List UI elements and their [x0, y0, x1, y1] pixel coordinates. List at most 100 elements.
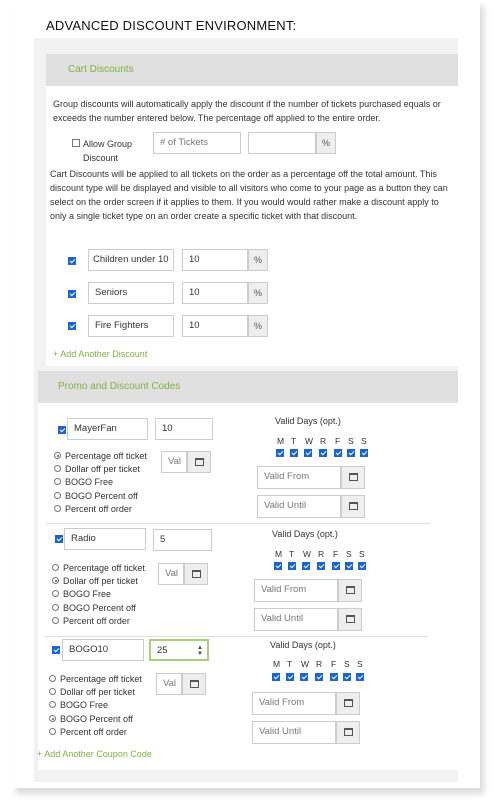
day-checkbox[interactable]	[290, 449, 298, 457]
cart-discount-percent-input[interactable]: 10	[182, 282, 248, 304]
promo-amount-input[interactable]: 5	[153, 529, 212, 551]
day-checkbox[interactable]	[315, 673, 323, 681]
valid-until-input[interactable]: Valid Until	[254, 608, 338, 631]
day-checkbox[interactable]	[300, 673, 308, 681]
promo-code-checkbox[interactable]	[58, 426, 66, 434]
cart-discounts-header: Cart Discounts	[46, 54, 458, 86]
day-label: S	[348, 436, 354, 446]
promo-codes-header: Promo and Discount Codes	[38, 371, 458, 403]
discount-type-radio[interactable]	[52, 617, 59, 624]
day-checkbox[interactable]	[347, 449, 355, 457]
discount-type-radio[interactable]	[54, 492, 61, 499]
cart-discount-name-input[interactable]: Children under 10	[88, 249, 174, 271]
day-checkbox[interactable]	[343, 673, 351, 681]
valid-from-input[interactable]: Valid From	[252, 692, 336, 715]
promo-code-checkbox[interactable]	[55, 535, 63, 543]
calendar-button[interactable]	[184, 563, 208, 585]
day-label: F	[333, 549, 339, 559]
day-label: R	[320, 436, 327, 446]
discount-type-label: Percent off order	[63, 616, 130, 626]
group-percent-input[interactable]	[248, 132, 316, 154]
valid-from-input[interactable]: Valid From	[257, 466, 341, 489]
day-checkbox[interactable]	[302, 562, 310, 570]
day-checkbox[interactable]	[332, 562, 340, 570]
discount-type-radio[interactable]	[54, 505, 61, 512]
add-discount-link[interactable]: + Add Another Discount	[53, 349, 147, 359]
discount-type-label: Dollar off per ticket	[65, 464, 140, 474]
discount-type-radio[interactable]	[52, 604, 59, 611]
discount-type-label: Dollar off per ticket	[60, 687, 135, 697]
day-checkbox[interactable]	[319, 449, 327, 457]
cart-discount-name-input[interactable]: Seniors	[88, 282, 174, 304]
valid-from-calendar-button[interactable]	[336, 692, 360, 715]
discount-type-radio[interactable]	[54, 465, 61, 472]
calendar-button[interactable]	[187, 451, 211, 473]
number-spinner-icon[interactable]: ▲ ▼	[197, 645, 203, 657]
promo-code-input[interactable]: Radio	[64, 528, 146, 550]
promo-code-input[interactable]: MayerFan	[67, 418, 148, 440]
discount-type-radio[interactable]	[49, 728, 56, 735]
discount-type-radio[interactable]	[52, 590, 59, 597]
cart-discount-percent-input[interactable]: 10	[182, 249, 248, 271]
discount-type-radio[interactable]	[49, 715, 56, 722]
valid-from-calendar-button[interactable]	[341, 466, 365, 489]
day-checkbox[interactable]	[274, 562, 282, 570]
day-label: M	[273, 659, 281, 669]
day-checkbox[interactable]	[358, 562, 366, 570]
code-separator	[44, 636, 428, 637]
promo-amount-input[interactable]: 25 ▲ ▼	[149, 639, 209, 661]
discount-type-label: Percent off order	[60, 727, 127, 737]
add-coupon-code-link[interactable]: + Add Another Coupon Code	[37, 749, 152, 759]
discount-type-radio[interactable]	[54, 478, 61, 485]
day-checkbox[interactable]	[272, 673, 280, 681]
discount-type-radio[interactable]	[52, 564, 59, 571]
tickets-count-input[interactable]: # of Tickets	[153, 132, 241, 154]
discount-type-label: Percentage off ticket	[65, 451, 147, 461]
day-checkbox[interactable]	[330, 673, 338, 681]
valid-until-input[interactable]: Valid Until	[252, 721, 336, 744]
day-checkbox[interactable]	[276, 449, 284, 457]
day-label: F	[335, 436, 341, 446]
discount-type-radio[interactable]	[54, 452, 61, 459]
discount-type-label: BOGO Free	[65, 477, 114, 487]
discount-type-label: Dollar off per ticket	[63, 576, 138, 586]
discount-type-label: BOGO Percent off	[60, 714, 133, 724]
valid-until-calendar-button[interactable]	[336, 721, 360, 744]
allow-group-discount-checkbox[interactable]	[72, 139, 80, 147]
discount-type-radio[interactable]	[49, 675, 56, 682]
discount-type-radio[interactable]	[52, 577, 59, 584]
discount-type-radio[interactable]	[49, 688, 56, 695]
valid-from-calendar-button[interactable]	[338, 579, 362, 602]
calendar-icon	[344, 699, 353, 707]
valid-days-label: Valid Days (opt.)	[272, 529, 338, 539]
cart-discount-checkbox[interactable]	[68, 322, 76, 330]
valid-from-input[interactable]: Valid From	[254, 579, 338, 602]
day-checkbox[interactable]	[334, 449, 342, 457]
day-label: S	[346, 549, 352, 559]
discount-type-radio[interactable]	[49, 701, 56, 708]
day-label: R	[316, 659, 323, 669]
day-checkbox[interactable]	[317, 562, 325, 570]
day-checkbox[interactable]	[288, 562, 296, 570]
cart-discount-checkbox[interactable]	[68, 290, 76, 298]
promo-amount-input[interactable]: 10	[155, 418, 213, 440]
discount-value-input[interactable]: Val	[158, 563, 184, 585]
discount-value-input[interactable]: Val	[156, 673, 182, 695]
discount-value-input[interactable]: Val	[161, 451, 187, 473]
promo-code-checkbox[interactable]	[52, 646, 60, 654]
day-checkbox[interactable]	[304, 449, 312, 457]
cart-discount-name-input[interactable]: Fire Fighters	[88, 315, 174, 337]
discount-type-label: Percent off order	[65, 504, 132, 514]
valid-until-input[interactable]: Valid Until	[257, 495, 341, 518]
cart-discount-percent-input[interactable]: 10	[182, 315, 248, 337]
valid-days-label: Valid Days (opt.)	[275, 416, 341, 426]
valid-until-calendar-button[interactable]	[341, 495, 365, 518]
day-checkbox[interactable]	[360, 449, 368, 457]
cart-discount-checkbox[interactable]	[68, 257, 76, 265]
day-checkbox[interactable]	[286, 673, 294, 681]
promo-code-input[interactable]: BOGO10	[62, 639, 144, 661]
day-checkbox[interactable]	[345, 562, 353, 570]
calendar-button[interactable]	[182, 673, 206, 695]
day-checkbox[interactable]	[356, 673, 364, 681]
valid-until-calendar-button[interactable]	[338, 608, 362, 631]
